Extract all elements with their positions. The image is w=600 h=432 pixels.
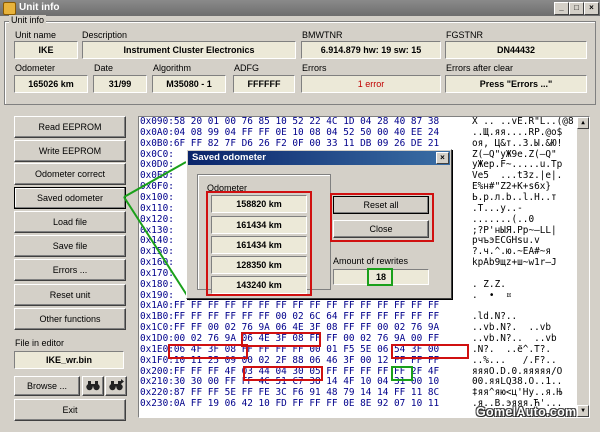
watermark: GomelAuto.com [476,405,577,419]
saved-odometer-dialog: Saved odometer × Odometer 158820 km 1614… [186,149,452,299]
dialog-buttons-highlight [330,193,434,242]
odometer-values-highlight [206,191,312,296]
connector-line [123,161,187,198]
rewrites-label: Amount of rewrites [333,256,409,266]
dialog-close-icon[interactable]: × [436,152,449,164]
connector-line [123,196,191,301]
dialog-titlebar: Saved odometer × [188,151,450,165]
dialog-title: Saved odometer [192,152,266,163]
rewrites-highlight [367,268,393,286]
